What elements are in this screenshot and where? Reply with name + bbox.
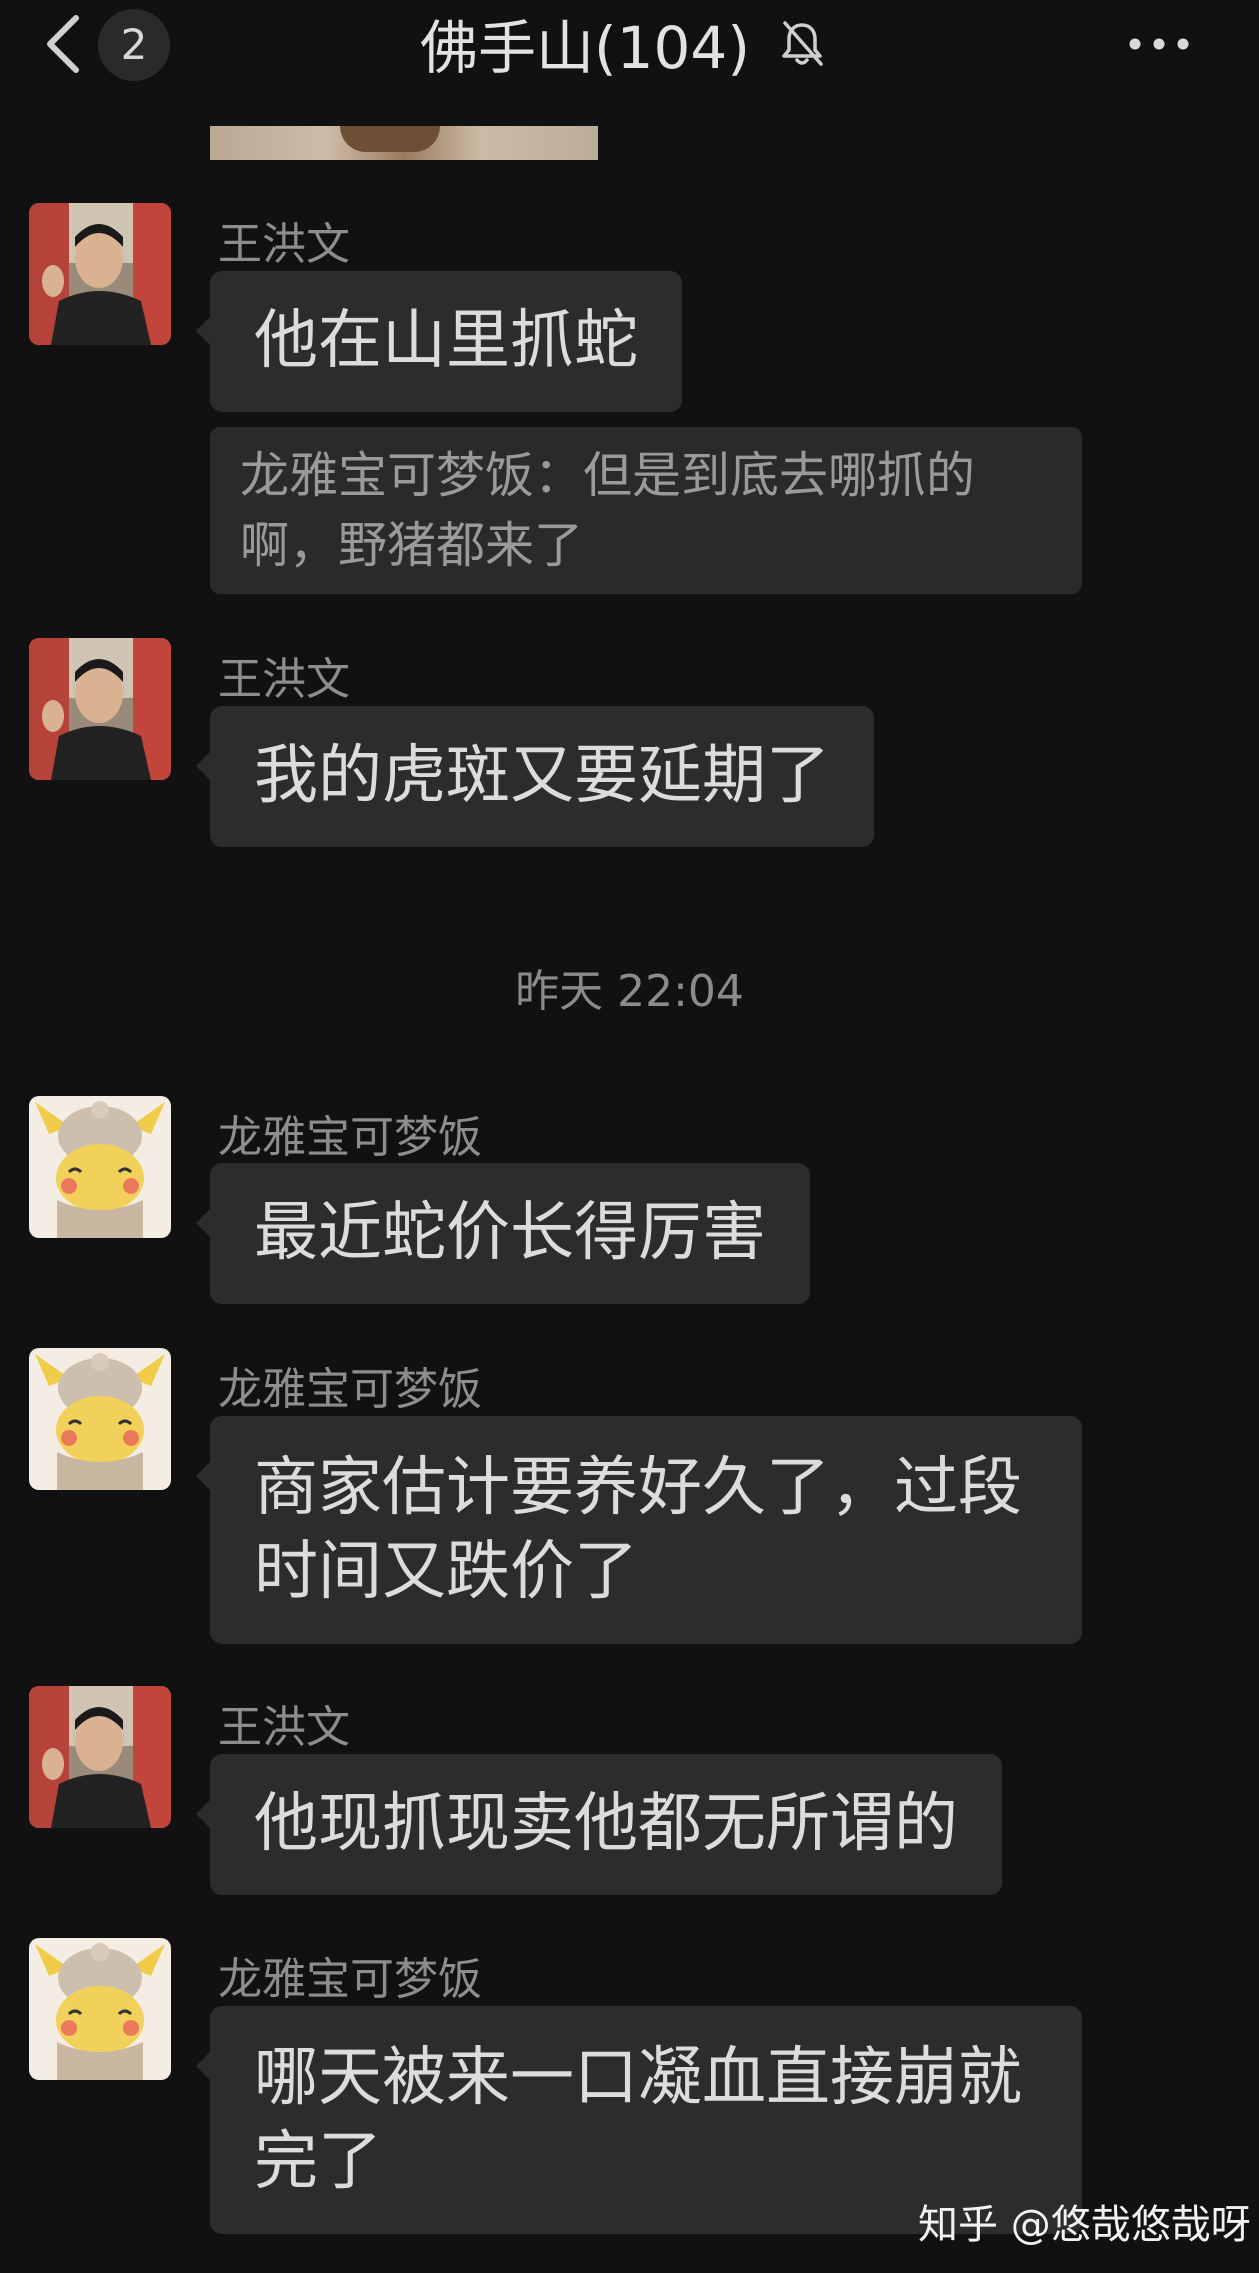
timestamp-divider: 昨天 22:04 xyxy=(515,966,744,1017)
zhihu-watermark: 知乎 @悠哉悠哉呀 xyxy=(918,2202,1251,2248)
chat-header: 2 佛手山(104) xyxy=(0,0,1259,86)
unread-badge[interactable]: 2 xyxy=(98,9,170,81)
sender-name: 王洪文 xyxy=(218,654,350,705)
message-bubble[interactable]: 他在山里抓蛇 xyxy=(196,271,682,412)
title-area: 佛手山(104) xyxy=(420,0,828,86)
more-button[interactable] xyxy=(1126,30,1192,58)
chat-title: 佛手山(104) xyxy=(420,14,750,82)
avatar-wang[interactable] xyxy=(29,1686,171,1828)
sender-name: 龙雅宝可梦饭 xyxy=(218,1112,482,1163)
avatar-longya[interactable] xyxy=(29,1096,171,1238)
pikachu-avatar-icon xyxy=(29,1096,171,1238)
person-portrait-icon xyxy=(29,638,171,780)
pikachu-avatar-icon xyxy=(29,1348,171,1490)
chevron-left-icon xyxy=(47,15,79,73)
pikachu-avatar-icon xyxy=(29,1938,171,2080)
message-bubble[interactable]: 最近蛇价长得厉害 xyxy=(196,1163,810,1304)
message-bubble[interactable]: 他现抓现卖他都无所谓的 xyxy=(196,1754,1002,1895)
person-portrait-icon xyxy=(29,203,171,345)
message-bubble[interactable]: 我的虎斑又要延期了 xyxy=(196,706,874,847)
avatar-longya[interactable] xyxy=(29,1938,171,2080)
quoted-message[interactable]: 龙雅宝可梦饭：但是到底去哪抓的 啊，野猪都来了 xyxy=(210,427,1082,594)
image-message-fragment[interactable] xyxy=(210,126,598,160)
avatar-wang[interactable] xyxy=(29,638,171,780)
bell-slash-icon xyxy=(782,21,823,66)
avatar-wang[interactable] xyxy=(29,203,171,345)
avatar-longya[interactable] xyxy=(29,1348,171,1490)
sender-name: 王洪文 xyxy=(218,219,350,270)
sender-name: 龙雅宝可梦饭 xyxy=(218,1364,482,1415)
sender-name: 龙雅宝可梦饭 xyxy=(218,1954,482,2005)
more-dots-icon xyxy=(1129,38,1189,50)
message-bubble[interactable]: 商家估计要养好久了，过段 时间又跌价了 xyxy=(196,1416,1082,1644)
sender-name: 王洪文 xyxy=(218,1702,350,1753)
back-button[interactable] xyxy=(40,12,88,76)
image-content xyxy=(340,126,440,152)
person-portrait-icon xyxy=(29,1686,171,1828)
